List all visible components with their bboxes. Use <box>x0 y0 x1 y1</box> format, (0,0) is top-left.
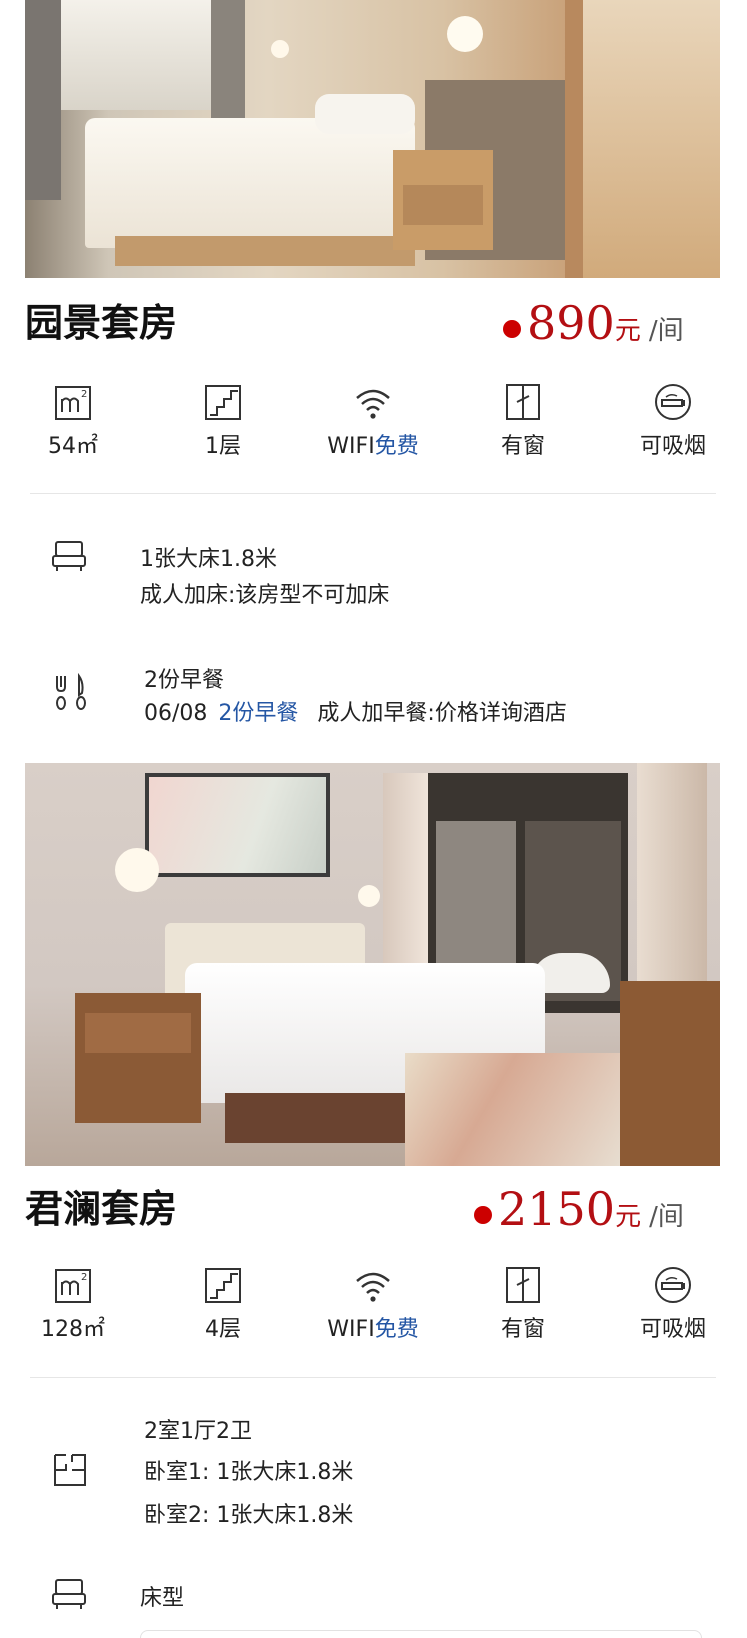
price-value: 2150 <box>498 1182 616 1236</box>
room-photo-junlan-suite[interactable] <box>25 763 720 1166</box>
floor-icon <box>205 385 241 420</box>
price-per: /间 <box>649 1202 684 1232</box>
price-dot-icon <box>474 1205 492 1224</box>
amenity-floor: 1层 <box>148 382 298 460</box>
bedroom-1: 卧室1: 1张大床1.8米 <box>144 1460 354 1485</box>
amenity-window: 有窗 <box>448 382 598 460</box>
amenity-wifi: WIFI免费 <box>298 382 448 460</box>
svg-text:2: 2 <box>81 1272 87 1283</box>
room-price: 890元/间 <box>503 296 684 350</box>
wifi-free-note: 免费 <box>374 434 419 459</box>
bed-icon <box>52 1579 86 1609</box>
extra-breakfast-policy: 成人加早餐:价格详询酒店 <box>317 701 567 726</box>
wifi-free-note: 免费 <box>374 1317 419 1342</box>
amenity-window-label: 有窗 <box>500 434 545 459</box>
amenity-smoking: 可吸烟 <box>598 382 747 460</box>
amenity-smoking-label: 可吸烟 <box>639 1317 706 1342</box>
amenity-wifi-label: WIFI免费 <box>298 428 448 460</box>
extra-bed-policy: 成人加床:该房型不可加床 <box>140 583 390 608</box>
amenity-smoking: 可吸烟 <box>598 1265 747 1343</box>
breakfast-link[interactable]: 2份早餐 <box>218 701 298 726</box>
price-dot-icon <box>503 319 521 338</box>
breakfast-detail: 06/08 2份早餐 成人加早餐:价格详询酒店 <box>144 695 567 727</box>
amenity-wifi: WIFI免费 <box>298 1265 448 1343</box>
room-name: 园景套房 <box>25 301 178 345</box>
area-icon: 2 <box>55 386 91 420</box>
price-per: /间 <box>648 316 684 346</box>
window-icon <box>506 1267 540 1303</box>
amenity-floor-label: 1层 <box>205 434 241 459</box>
amenity-area: 2 54㎡ <box>0 382 148 460</box>
price-value: 890 <box>527 296 615 350</box>
cutlery-icon <box>56 673 86 710</box>
wifi-text: WIFI <box>327 434 375 459</box>
bedroom-2: 卧室2: 1张大床1.8米 <box>144 1503 354 1528</box>
smoking-icon <box>655 1267 691 1303</box>
window-icon <box>506 384 540 420</box>
amenity-area-label: 54㎡ <box>48 434 98 459</box>
amenity-area-label: 128㎡ <box>41 1317 105 1342</box>
room-price: 2150元/间 <box>474 1182 684 1236</box>
amenity-window: 有窗 <box>448 1265 598 1343</box>
price-unit: 元 <box>615 1202 642 1232</box>
wifi-icon <box>356 389 390 419</box>
amenity-window-label: 有窗 <box>500 1317 545 1342</box>
layout-summary: 2室1厅2卫 <box>144 1419 252 1444</box>
breakfast-date: 06/08 <box>144 701 208 726</box>
amenity-floor: 4层 <box>148 1265 298 1343</box>
divider <box>30 493 716 494</box>
bed-size: 1张大床1.8米 <box>140 547 277 572</box>
price-unit: 元 <box>614 316 641 346</box>
bed-type-label: 床型 <box>140 1586 185 1611</box>
breakfast-count: 2份早餐 <box>144 668 224 693</box>
wifi-text: WIFI <box>327 1317 375 1342</box>
amenity-wifi-label: WIFI免费 <box>298 1311 448 1343</box>
amenity-floor-label: 4层 <box>205 1317 241 1342</box>
svg-text:2: 2 <box>81 389 87 400</box>
divider <box>30 1377 716 1378</box>
amenity-area: 2 128㎡ <box>0 1265 148 1343</box>
room-name: 君澜套房 <box>25 1187 178 1231</box>
area-icon: 2 <box>55 1269 91 1303</box>
room-photo-garden-suite[interactable] <box>25 0 720 278</box>
bed-icon <box>52 541 86 571</box>
amenity-smoking-label: 可吸烟 <box>639 434 706 459</box>
smoking-icon <box>655 384 691 420</box>
wifi-icon <box>356 1272 390 1302</box>
floor-icon <box>205 1268 241 1303</box>
floorplan-icon <box>54 1454 86 1486</box>
